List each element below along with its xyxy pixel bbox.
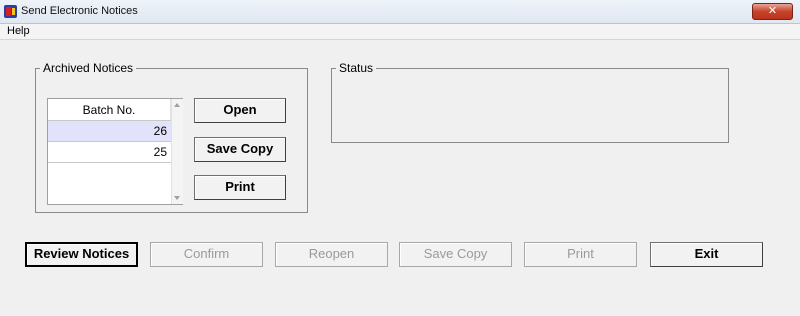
- batch-list-scrollbar[interactable]: [171, 99, 183, 204]
- status-group: Status: [331, 61, 729, 143]
- close-button[interactable]: ✕: [752, 3, 793, 20]
- batch-no-column-header[interactable]: Batch No.: [48, 99, 171, 121]
- confirm-button[interactable]: Confirm: [150, 242, 263, 267]
- archived-notices-legend: Archived Notices: [40, 61, 137, 75]
- menu-bar: Help: [0, 24, 800, 40]
- scroll-down-icon[interactable]: [174, 196, 180, 200]
- app-icon: [4, 5, 17, 18]
- exit-button[interactable]: Exit: [650, 242, 763, 267]
- batch-row[interactable]: 25: [48, 142, 171, 163]
- status-legend: Status: [336, 61, 377, 75]
- batch-row[interactable]: 26: [48, 121, 171, 142]
- print-button[interactable]: Print: [524, 242, 637, 267]
- review-notices-button[interactable]: Review Notices: [25, 242, 138, 267]
- open-button[interactable]: Open: [194, 98, 286, 123]
- scroll-up-icon[interactable]: [174, 103, 180, 107]
- archived-print-button[interactable]: Print: [194, 175, 286, 200]
- batch-list[interactable]: Batch No. 26 25: [47, 98, 183, 205]
- title-bar: Send Electronic Notices ✕: [0, 0, 800, 24]
- menu-help[interactable]: Help: [7, 25, 30, 37]
- save-copy-button[interactable]: Save Copy: [399, 242, 512, 267]
- archived-save-copy-button[interactable]: Save Copy: [194, 137, 286, 162]
- reopen-button[interactable]: Reopen: [275, 242, 388, 267]
- window-title: Send Electronic Notices: [21, 5, 138, 17]
